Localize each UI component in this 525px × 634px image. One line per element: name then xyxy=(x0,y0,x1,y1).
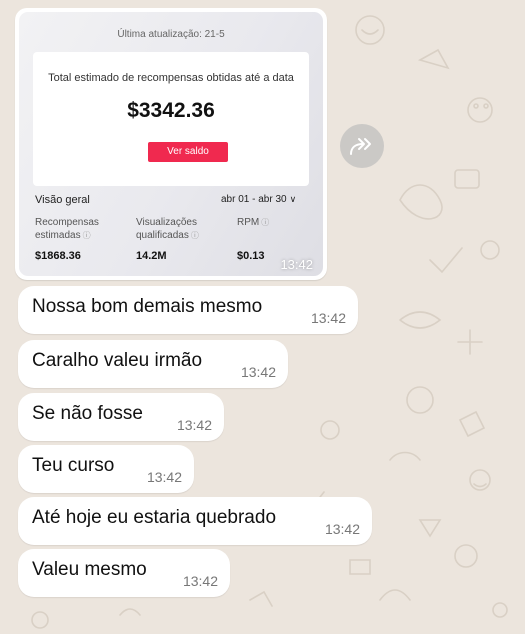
message-timestamp: 13:42 xyxy=(324,521,360,537)
rewards-card: Total estimado de recompensas obtidas at… xyxy=(33,52,309,186)
message-bubble[interactable]: Teu curso 13:42 xyxy=(18,445,194,493)
metric-value-views: 14.2M xyxy=(136,250,167,262)
info-icon: ⓘ xyxy=(82,231,91,240)
message-bubble[interactable]: Valeu mesmo 13:42 xyxy=(18,549,230,597)
overview-label: Visão geral xyxy=(35,194,90,206)
message-text: Teu curso xyxy=(32,455,115,476)
message-text: Caralho valeu irmão xyxy=(32,350,203,371)
metric-label-views: Visualizações qualificadas ⓘ xyxy=(136,217,199,241)
forward-button[interactable] xyxy=(340,124,384,168)
view-balance-button: Ver saldo xyxy=(148,142,228,162)
message-bubble[interactable]: Caralho valeu irmão 13:42 xyxy=(18,340,288,388)
message-timestamp: 13:42 xyxy=(280,257,313,272)
message-bubble[interactable]: Até hoje eu estaria quebrado 13:42 xyxy=(18,497,372,545)
chevron-down-icon: ∨ xyxy=(289,194,297,204)
message-text: Se não fosse xyxy=(32,403,143,424)
message-timestamp: 13:42 xyxy=(176,417,212,433)
message-timestamp: 13:42 xyxy=(146,469,182,485)
message-text: Nossa bom demais mesmo xyxy=(32,296,263,317)
message-text: Valeu mesmo xyxy=(32,559,147,580)
shared-screenshot: Última atualização: 21-5 Total estimado … xyxy=(19,12,323,276)
message-timestamp: 13:42 xyxy=(240,364,276,380)
metric-label-rewards: Recompensas estimadas ⓘ xyxy=(35,217,99,241)
message-text: Até hoje eu estaria quebrado xyxy=(32,507,277,528)
info-icon: ⓘ xyxy=(261,218,270,227)
estimate-label: Total estimado de recompensas obtidas at… xyxy=(48,72,294,84)
message-timestamp: 13:42 xyxy=(310,310,346,326)
metric-label-rpm: RPM ⓘ xyxy=(237,217,270,228)
date-range-selector: abr 01 - abr 30 ∨ xyxy=(221,194,296,205)
message-bubble[interactable]: Nossa bom demais mesmo 13:42 xyxy=(18,286,358,334)
metric-value-rewards: $1868.36 xyxy=(35,250,81,262)
image-message[interactable]: Última atualização: 21-5 Total estimado … xyxy=(15,8,327,280)
estimate-amount: $3342.36 xyxy=(127,99,215,122)
message-timestamp: 13:42 xyxy=(182,573,218,589)
info-icon: ⓘ xyxy=(190,231,199,240)
message-bubble[interactable]: Se não fosse 13:42 xyxy=(18,393,224,441)
last-update-label: Última atualização: 21-5 xyxy=(117,29,225,40)
metric-value-rpm: $0.13 xyxy=(237,250,265,262)
date-range-label: abr 01 - abr 30 xyxy=(221,194,287,205)
share-forward-icon xyxy=(350,138,371,155)
